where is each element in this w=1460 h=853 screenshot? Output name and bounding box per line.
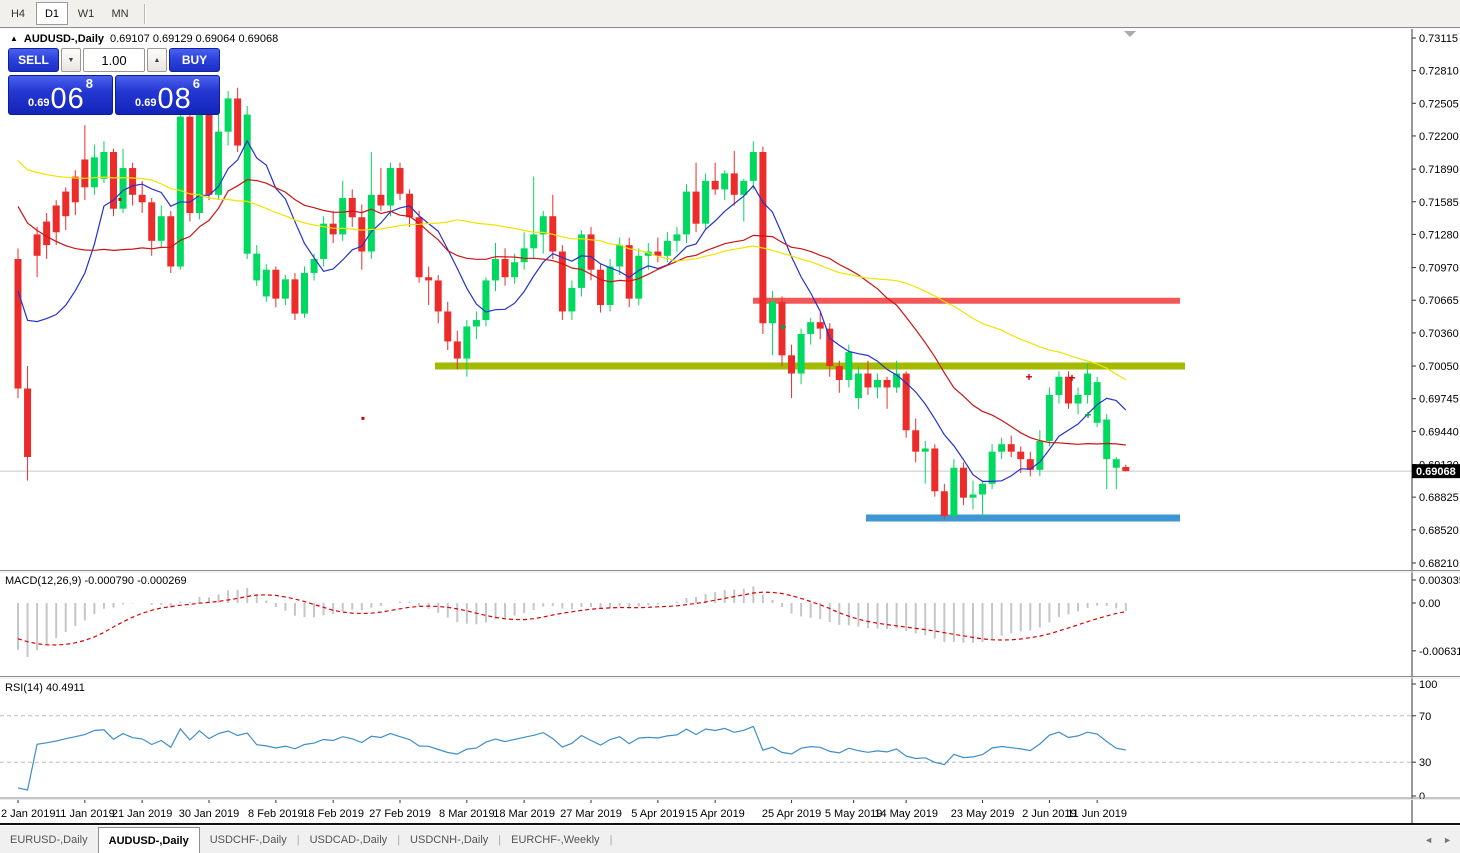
timeframe-button-mn[interactable]: MN xyxy=(104,2,136,25)
price-axis-tick: 0.71890 xyxy=(1419,164,1459,176)
timeframe-button-w1[interactable]: W1 xyxy=(70,2,102,25)
volume-input[interactable] xyxy=(83,48,145,72)
chart-marker: + xyxy=(1068,371,1075,385)
price-axis-tick: 0.68825 xyxy=(1419,492,1459,504)
chart-tab-usdcad[interactable]: USDCAD-,Daily xyxy=(300,826,398,853)
date-axis-tick: 5 Apr 2019 xyxy=(631,808,684,820)
chart-marker: ▪ xyxy=(118,192,122,206)
volume-increase-button[interactable]: ▲ xyxy=(147,48,167,72)
timeframe-button-h4[interactable]: H4 xyxy=(2,2,34,25)
volume-decrease-button[interactable]: ▼ xyxy=(61,48,81,72)
collapse-panel-icon[interactable]: ▲ xyxy=(10,34,18,43)
chart-marker: + xyxy=(779,320,786,334)
date-axis-tick: 27 Feb 2019 xyxy=(369,808,431,820)
macd-signal-line xyxy=(18,592,1126,645)
chart-tab-eurusd[interactable]: EURUSD-,Daily xyxy=(0,826,98,853)
toolbar-separator xyxy=(144,4,146,24)
buy-price-big: 08 xyxy=(157,86,191,112)
chart-marker: + xyxy=(1025,370,1032,384)
tab-separator: | xyxy=(610,826,613,853)
symbol-title: AUDUSD-,Daily xyxy=(24,33,104,45)
timeframe-button-d1[interactable]: D1 xyxy=(36,2,68,25)
buy-price-tile[interactable]: 0.69 08 6 xyxy=(115,75,220,115)
chart-tab-eurchf[interactable]: EURCHF-,Weekly xyxy=(501,826,609,853)
buy-price-small: 0.69 xyxy=(135,97,156,109)
price-axis-tick: 0.73115 xyxy=(1419,33,1458,45)
svg-text:0.69068: 0.69068 xyxy=(1416,466,1456,478)
date-axis-tick: 8 Feb 2019 xyxy=(248,808,304,820)
macd-histogram xyxy=(18,586,1126,656)
rsi-axis-tick: 70 xyxy=(1419,711,1431,723)
macd-axis-tick: 0.00 xyxy=(1419,598,1440,610)
price-axis-tick: 0.72505 xyxy=(1419,98,1459,110)
chart-caption: ▲ AUDUSD-,Daily 0.69107 0.69129 0.69064 … xyxy=(10,33,278,45)
date-axis-tick: 21 Jan 2019 xyxy=(112,808,173,820)
sell-price-big: 06 xyxy=(50,86,84,112)
chart-tab-audusd[interactable]: AUDUSD-,Daily xyxy=(98,827,200,853)
macd-axis-tick: 0.003035 xyxy=(1419,575,1460,587)
rsi-axis-tick: 0 xyxy=(1419,791,1425,803)
date-axis-tick: 27 Mar 2019 xyxy=(560,808,622,820)
price-axis-tick: 0.69440 xyxy=(1419,426,1459,438)
macd-label: MACD(12,26,9) -0.000790 -0.000269 xyxy=(5,575,187,587)
tab-scroll-left-icon[interactable]: ◄ xyxy=(1424,835,1433,845)
ohlc-readout: 0.69107 0.69129 0.69064 0.69068 xyxy=(110,33,278,45)
date-axis-tick: 18 Mar 2019 xyxy=(493,808,555,820)
price-axis-tick: 0.68520 xyxy=(1419,525,1459,537)
chart-tab-usdchf[interactable]: USDCHF-,Daily xyxy=(200,826,297,853)
date-axis-tick: 8 Mar 2019 xyxy=(439,808,495,820)
rsi-line xyxy=(18,726,1126,790)
price-axis-tick: 0.71280 xyxy=(1419,229,1459,241)
moving-average-line xyxy=(18,161,1126,380)
price-axis-tick: 0.72200 xyxy=(1419,131,1459,143)
date-axis-tick: 30 Jan 2019 xyxy=(179,808,240,820)
date-axis-tick: 2 Jan 2019 xyxy=(1,808,55,820)
date-axis-tick: 11 Jan 2019 xyxy=(55,808,115,820)
chart-tab-bar: EURUSD-,Daily AUDUSD-,Daily USDCHF-,Dail… xyxy=(0,826,1460,853)
price-axis-tick: 0.71585 xyxy=(1419,197,1459,209)
macd-axis-tick: -0.006311 xyxy=(1419,646,1460,658)
date-axis-tick: 15 Apr 2019 xyxy=(685,808,744,820)
sell-price-tile[interactable]: 0.69 06 8 xyxy=(8,75,113,115)
price-axis-tick: 0.69745 xyxy=(1419,394,1459,406)
sell-price-pip: 8 xyxy=(86,76,93,91)
date-axis-tick: 23 May 2019 xyxy=(951,808,1015,820)
timeframe-toolbar: H4 D1 W1 MN xyxy=(0,0,1460,28)
price-axis-tick: 0.68210 xyxy=(1419,558,1459,570)
sell-button[interactable]: SELL xyxy=(8,48,59,72)
scroll-to-end-icon[interactable] xyxy=(1124,31,1136,37)
price-axis-tick: 0.70360 xyxy=(1419,328,1459,340)
date-axis-tick: 25 Apr 2019 xyxy=(762,808,821,820)
rsi-label: RSI(14) 40.4911 xyxy=(5,682,85,694)
buy-button[interactable]: BUY xyxy=(169,48,220,72)
chart-canvas[interactable]: ▪ ▪ + + + +0.73115 0.72810 0.72505 0.72200 0.7189… xyxy=(0,28,1460,825)
buy-price-pip: 6 xyxy=(193,76,200,91)
tab-scroll-right-icon[interactable]: ► xyxy=(1443,835,1452,845)
price-axis-tick: 0.70665 xyxy=(1419,295,1459,307)
rsi-axis-tick: 30 xyxy=(1419,757,1431,769)
one-click-trading-panel: SELL ▼ ▲ BUY 0.69 06 8 0.69 08 6 xyxy=(8,48,220,115)
price-axis-tick: 0.70050 xyxy=(1419,361,1459,373)
price-axis-tick: 0.70970 xyxy=(1419,263,1459,275)
rsi-axis-tick: 100 xyxy=(1419,679,1437,691)
tab-scroll-buttons: ◄ ► xyxy=(1424,826,1460,853)
date-axis-tick: 18 Feb 2019 xyxy=(302,808,364,820)
chart-marker: + xyxy=(1084,408,1091,422)
price-axis-tick: 0.72810 xyxy=(1419,66,1459,78)
chart-tab-usdcnh[interactable]: USDCNH-,Daily xyxy=(400,826,498,853)
date-axis-tick: 11 Jun 2019 xyxy=(1067,808,1127,820)
mt4-window: { "toolbar":{"timeframes":[ {"label":"H4… xyxy=(0,0,1460,853)
bottom-border xyxy=(0,823,1460,825)
date-axis-tick: 14 May 2019 xyxy=(874,808,938,820)
sell-price-small: 0.69 xyxy=(28,97,49,109)
chart-marker: ▪ xyxy=(361,411,365,425)
